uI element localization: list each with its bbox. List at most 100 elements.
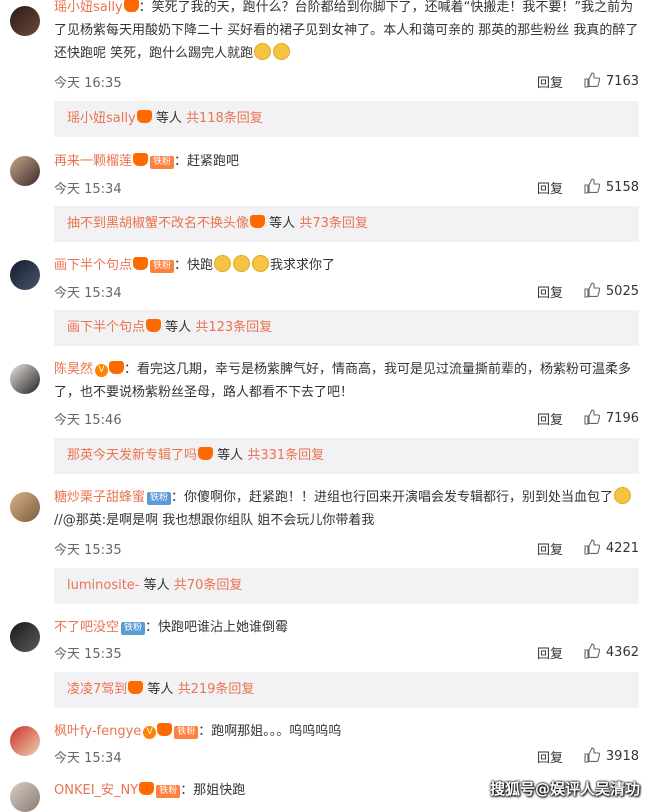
- timestamp: 今天 15:34: [54, 286, 122, 301]
- like-count: 5158: [605, 180, 639, 195]
- verified-v-icon: V: [95, 364, 109, 377]
- timestamp: 今天 15:34: [54, 751, 122, 766]
- like-button[interactable]: 5158: [584, 178, 639, 195]
- fan-badge: 铁粉: [150, 156, 175, 169]
- avatar[interactable]: [10, 782, 40, 812]
- like-count: 3918: [605, 749, 639, 764]
- comment-text: ：笑死了我的天，跑什么？台阶都给到你脚下了，还喊着“快搬走！我不要！”我之前为了…: [54, 0, 639, 61]
- fan-badge: 铁粉: [174, 726, 199, 739]
- timestamp: 今天 15:35: [54, 543, 122, 558]
- crown-icon: [136, 110, 152, 123]
- avatar[interactable]: [10, 156, 40, 186]
- reply-button[interactable]: 回复: [537, 539, 563, 558]
- reply-button[interactable]: 回复: [537, 282, 563, 301]
- crown-icon: [133, 153, 149, 166]
- crying-emoji-icon: [214, 255, 232, 272]
- thumbs-up-icon: [584, 282, 601, 298]
- fan-badge: 铁粉: [156, 785, 181, 798]
- crown-icon: [157, 723, 173, 736]
- comment-meta: 今天 15:35 回复 4362: [54, 643, 639, 663]
- comment-item: 枫叶fy-fengye V 铁粉 ：跑啊那姐。。。呜呜呜呜 今天 15:34 回复 3…: [0, 720, 654, 770]
- watermark: 搜狐号@娱评人吴清功: [489, 780, 640, 798]
- comment-text: ：你傻啊你，赶紧跑！！进组也行回来开演唱会发专辑都行，别到处当血包了: [171, 490, 614, 505]
- username[interactable]: 不了吧没空: [54, 620, 119, 635]
- reply-summary[interactable]: 瑶小妞sally 等人 共118条回复: [54, 101, 639, 137]
- fan-badge: 铁粉: [147, 492, 172, 505]
- avatar[interactable]: [10, 726, 40, 756]
- comment-text: ：快跑: [174, 258, 214, 273]
- comment-meta: 今天 15:46 回复 7196: [54, 409, 639, 429]
- reply-summary[interactable]: 抽不到黑胡椒蟹不改名不换头像 等人 共73条回复: [54, 206, 639, 242]
- reply-button[interactable]: 回复: [537, 643, 563, 662]
- username[interactable]: 糖炒栗子甜蜂蜜: [54, 490, 145, 505]
- comment-item: 画下半个句点 铁粉 ：快跑 我求求你了 今天 15:34 回复 5025 画下半个句点…: [0, 254, 654, 346]
- like-button[interactable]: 7163: [584, 72, 639, 89]
- thumbs-up-icon: [584, 178, 601, 194]
- like-button[interactable]: 4362: [584, 643, 639, 660]
- username[interactable]: 再来一颗榴莲: [54, 154, 132, 169]
- like-button[interactable]: 3918: [584, 747, 639, 764]
- crown-icon: [123, 0, 139, 12]
- reply-summary[interactable]: 那英今天发新专辑了吗 等人 共331条回复: [54, 438, 639, 474]
- cat-emoji-icon: [273, 43, 291, 60]
- comment-item: 糖炒栗子甜蜂蜜 铁粉 ：你傻啊你，赶紧跑！！进组也行回来开演唱会发专辑都行，别到处当…: [0, 486, 654, 604]
- comment-meta: 今天 15:34 回复 5025: [54, 282, 639, 302]
- like-count: 4362: [605, 645, 639, 660]
- crying-emoji-icon: [233, 255, 251, 272]
- timestamp: 今天 16:35: [54, 76, 122, 91]
- fan-badge: 铁粉: [150, 260, 175, 273]
- like-button[interactable]: 4221: [584, 539, 639, 556]
- thumbs-up-icon: [584, 409, 601, 425]
- crown-icon: [250, 215, 266, 228]
- avatar[interactable]: [10, 260, 40, 290]
- crying-emoji-icon: [252, 255, 270, 272]
- comment-text-tail: 我求求你了: [270, 258, 336, 273]
- comment-item: 瑶小妞sally ：笑死了我的天，跑什么？台阶都给到你脚下了，还喊着“快搬走！我不…: [0, 0, 654, 140]
- comment-text: ：赶紧跑吧: [174, 154, 240, 169]
- reply-summary[interactable]: 凌凌7驾到 等人 共219条回复: [54, 672, 639, 708]
- reply-summary[interactable]: 画下半个句点 等人 共123条回复: [54, 310, 639, 346]
- thumbs-up-icon: [584, 539, 601, 555]
- like-count: 7163: [605, 74, 639, 89]
- reply-button[interactable]: 回复: [537, 747, 563, 766]
- timestamp: 今天 15:34: [54, 182, 122, 197]
- reply-button[interactable]: 回复: [537, 178, 563, 197]
- comment-meta: 今天 15:34 回复 3918: [54, 747, 639, 767]
- comment-item: 再来一颗榴莲 铁粉 ：赶紧跑吧 今天 15:34 回复 5158 抽不到黑胡椒蟹不改…: [0, 150, 654, 242]
- like-count: 5025: [605, 284, 639, 299]
- username[interactable]: 枫叶fy-fengye: [54, 724, 141, 739]
- comment-text: ：快跑吧谁沾上她谁倒霉: [145, 620, 289, 635]
- like-button[interactable]: 5025: [584, 282, 639, 299]
- username[interactable]: 陈昊然: [54, 362, 93, 377]
- comment-item: 不了吧没空 铁粉 ：快跑吧谁沾上她谁倒霉 今天 15:35 回复 4362 凌凌7驾…: [0, 616, 654, 708]
- verified-v-icon: V: [143, 726, 157, 739]
- timestamp: 今天 15:35: [54, 647, 122, 662]
- like-count: 7196: [605, 411, 639, 426]
- crown-icon: [133, 257, 149, 270]
- reply-button[interactable]: 回复: [537, 409, 563, 428]
- avatar[interactable]: [10, 622, 40, 652]
- username[interactable]: 画下半个句点: [54, 258, 132, 273]
- username[interactable]: 瑶小妞sally: [54, 0, 123, 15]
- crown-icon: [146, 319, 162, 332]
- comment-meta: 今天 15:34 回复 5158: [54, 178, 639, 198]
- crown-icon: [128, 681, 144, 694]
- timestamp: 今天 15:46: [54, 413, 122, 428]
- comment-text: ：那姐快跑: [180, 783, 246, 798]
- fan-badge: 铁粉: [121, 622, 146, 635]
- crown-icon: [139, 782, 155, 795]
- like-button[interactable]: 7196: [584, 409, 639, 426]
- avatar[interactable]: [10, 492, 40, 522]
- cat-emoji-icon: [254, 43, 272, 60]
- like-count: 4221: [605, 541, 639, 556]
- comment-text: ：跑啊那姐。。。呜呜呜呜: [198, 724, 342, 739]
- avatar[interactable]: [10, 6, 40, 36]
- crown-icon: [198, 447, 214, 460]
- reply-button[interactable]: 回复: [537, 72, 563, 91]
- reply-summary[interactable]: luminosite- 等人 共70条回复: [54, 568, 639, 604]
- comment-text: ：看完这几期，幸亏是杨紫脾气好，情商高，我可是见过流量撕前辈的，杨紫粉可温柔多了…: [54, 362, 632, 400]
- avatar[interactable]: [10, 364, 40, 394]
- username[interactable]: ONKEI_安_NY: [54, 783, 138, 798]
- thumbs-up-icon: [584, 747, 601, 763]
- comment-meta: 今天 16:35 回复 7163: [54, 72, 639, 92]
